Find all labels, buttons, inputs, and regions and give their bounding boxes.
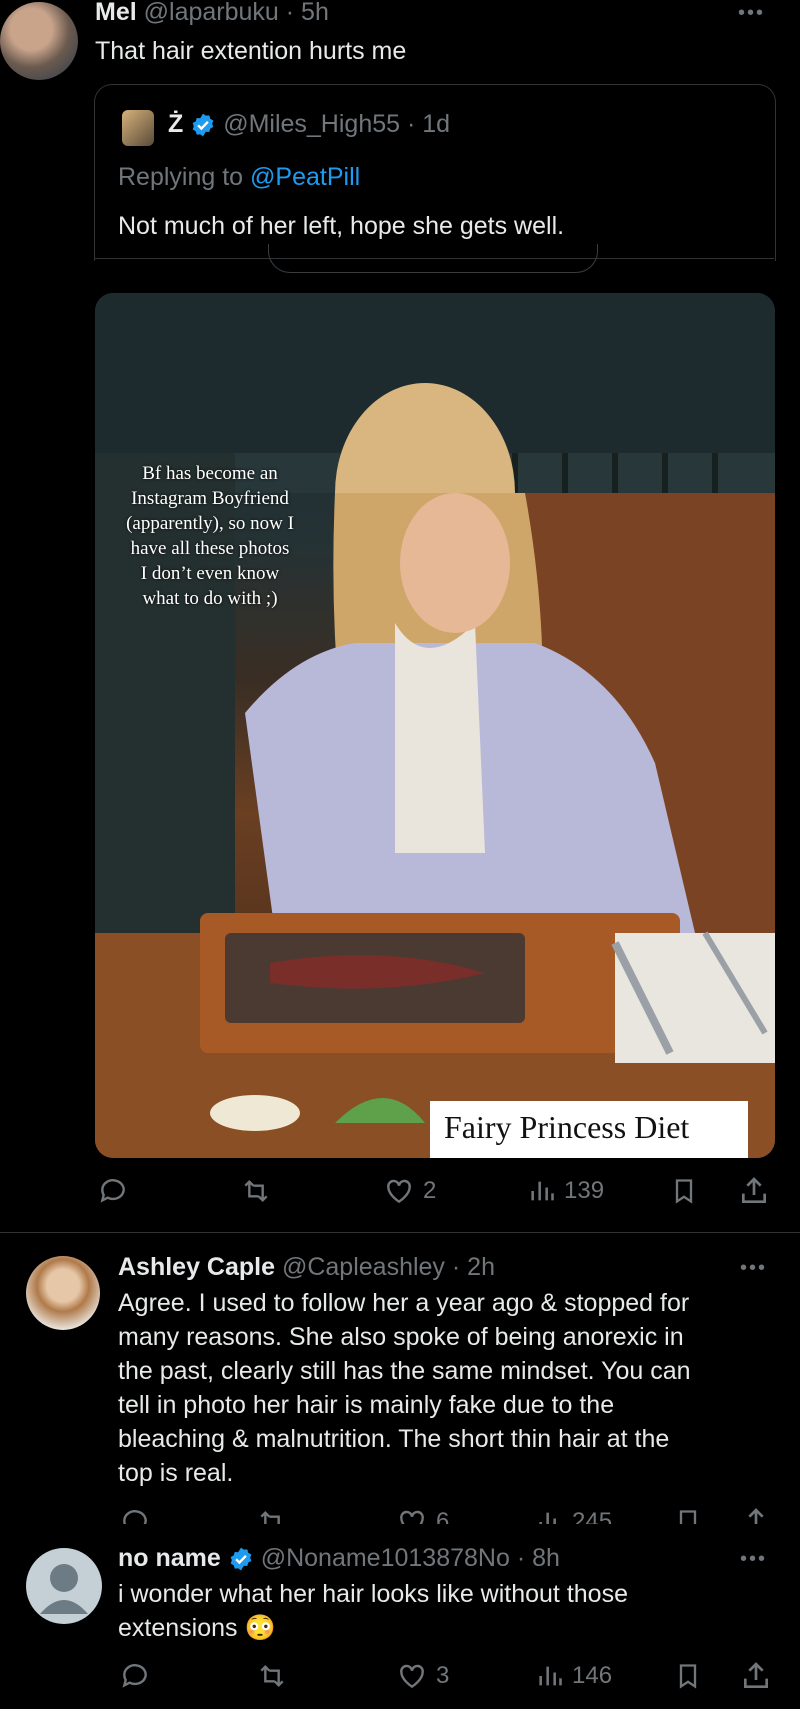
- views-icon: [539, 1512, 556, 1524]
- views-count: 146: [572, 1662, 613, 1689]
- bookmark-button[interactable]: [674, 1660, 702, 1692]
- media-tag-pill: [268, 244, 598, 273]
- replying-to-label: Replying to: [118, 163, 244, 191]
- views-button[interactable]: 146: [536, 1660, 612, 1692]
- action-row-clipped: 6 245: [0, 1500, 800, 1524]
- tweet-text: Agree. I used to follow her a year ago &…: [118, 1286, 691, 1490]
- avatar[interactable]: [0, 2, 78, 80]
- bookmark-button[interactable]: [674, 1506, 702, 1524]
- text-line: extensions 😳: [118, 1614, 276, 1642]
- avatar[interactable]: [26, 1256, 100, 1330]
- timestamp[interactable]: · 2h: [452, 1253, 495, 1281]
- verified-badge-icon: [230, 1548, 252, 1571]
- author-name[interactable]: no name: [118, 1544, 221, 1572]
- share-button[interactable]: [738, 1175, 770, 1207]
- tweet-header: no name @Noname1013878No · 8h: [118, 1544, 560, 1573]
- bookmark-button[interactable]: [670, 1175, 698, 1207]
- author-handle[interactable]: @Noname1013878No: [261, 1544, 510, 1572]
- photo-overlay-text: Bf has become an Instagram Boyfriend (ap…: [95, 461, 325, 611]
- author-name[interactable]: Ashley Caple: [118, 1253, 275, 1281]
- quote-text: Not much of her left, hope she gets well…: [118, 212, 565, 240]
- like-button[interactable]: 3: [396, 1660, 449, 1692]
- views-icon: [531, 1181, 554, 1201]
- retweet-icon: [260, 1664, 284, 1688]
- reply-button[interactable]: [96, 1175, 130, 1207]
- default-avatar-icon[interactable]: [26, 1548, 102, 1624]
- quote-avatar: [122, 110, 154, 146]
- tweet-text: That hair extention hurts me: [95, 37, 407, 65]
- quote-timestamp: · 1d: [406, 110, 451, 138]
- overlay-line: (apparently), so now I: [126, 513, 294, 534]
- overlay-line: I don’t even know: [140, 563, 280, 584]
- like-count: 6: [436, 1508, 450, 1524]
- share-icon: [744, 1662, 768, 1688]
- heart-icon: [400, 1664, 424, 1689]
- like-button[interactable]: 6: [396, 1506, 449, 1524]
- more-options-icon[interactable]: •••: [738, 2, 765, 25]
- quote-author-handle: @Miles_High55: [223, 110, 401, 138]
- retweet-icon: [260, 1510, 280, 1524]
- views-button[interactable]: 245: [536, 1506, 612, 1524]
- share-button[interactable]: [740, 1660, 772, 1692]
- reply-icon: [123, 1510, 147, 1524]
- views-button[interactable]: 139: [528, 1175, 604, 1207]
- views-count: 139: [564, 1177, 605, 1204]
- retweet-icon: [244, 1179, 268, 1203]
- bookmark-icon: [675, 1179, 693, 1204]
- quote-header: Ż @Miles_High55 · 1d: [168, 110, 450, 139]
- text-line: the past, clearly still has the same min…: [118, 1357, 691, 1385]
- heart-icon: [400, 1510, 424, 1524]
- bookmark-icon: [679, 1664, 697, 1689]
- views-count: 245: [572, 1508, 613, 1524]
- retweet-button[interactable]: [254, 1660, 290, 1692]
- tweet-header: Ashley Caple @Capleashley · 2h: [118, 1253, 495, 1282]
- like-count: 3: [436, 1662, 450, 1689]
- verified-badge-icon: [192, 114, 214, 137]
- bookmark-icon: [679, 1510, 697, 1524]
- author-handle[interactable]: @laparbuku: [144, 0, 279, 26]
- overlay-line: what to do with ;): [142, 588, 278, 609]
- like-button[interactable]: 2: [383, 1175, 436, 1207]
- author-handle[interactable]: @Capleashley: [282, 1253, 445, 1281]
- reply-icon: [100, 1179, 125, 1203]
- text-line: many reasons. She also spoke of being an…: [118, 1323, 684, 1351]
- divider: [0, 1232, 800, 1233]
- tweet-text: i wonder what her hair looks like withou…: [118, 1577, 628, 1645]
- text-line: i wonder what her hair looks like withou…: [118, 1580, 628, 1608]
- more-options-icon[interactable]: •••: [740, 1257, 767, 1280]
- retweet-button[interactable]: [238, 1175, 274, 1207]
- replying-to-handle[interactable]: @PeatPill: [250, 163, 360, 191]
- views-icon: [539, 1666, 562, 1686]
- tweet-photo[interactable]: Bf has become an Instagram Boyfriend (ap…: [95, 293, 775, 1158]
- overlay-line: have all these photos: [130, 538, 290, 559]
- share-icon: [748, 1508, 764, 1524]
- photo-caption: Fairy Princess Diet: [444, 1109, 690, 1145]
- overlay-line: Instagram Boyfriend: [131, 488, 289, 509]
- like-count: 2: [423, 1177, 437, 1204]
- reply-button[interactable]: [118, 1506, 152, 1524]
- timestamp[interactable]: · 5h: [286, 0, 329, 26]
- timestamp[interactable]: · 8h: [517, 1544, 560, 1572]
- replying-to: Replying to @PeatPill: [118, 163, 360, 192]
- retweet-button[interactable]: [254, 1506, 290, 1524]
- author-name[interactable]: Mel: [95, 0, 137, 26]
- photo-caption-box: Fairy Princess Diet: [430, 1101, 748, 1158]
- heart-icon: [387, 1179, 411, 1204]
- quote-author-name: Ż: [168, 110, 184, 138]
- share-icon: [742, 1177, 766, 1203]
- text-line: Agree. I used to follow her a year ago &…: [118, 1289, 690, 1317]
- more-options-icon[interactable]: •••: [740, 1548, 767, 1571]
- overlay-line: Bf has become an: [142, 463, 278, 484]
- text-line: tell in photo her hair is mainly fake du…: [118, 1391, 615, 1419]
- text-line: bleaching & malnutrition. The short thin…: [118, 1425, 670, 1453]
- share-button[interactable]: [740, 1506, 772, 1524]
- reply-icon: [122, 1664, 147, 1688]
- photo-scene: [95, 293, 775, 1158]
- reply-button[interactable]: [118, 1660, 152, 1692]
- text-line: top is real.: [118, 1459, 234, 1487]
- tweet-header: Mel @laparbuku · 5h: [95, 0, 329, 27]
